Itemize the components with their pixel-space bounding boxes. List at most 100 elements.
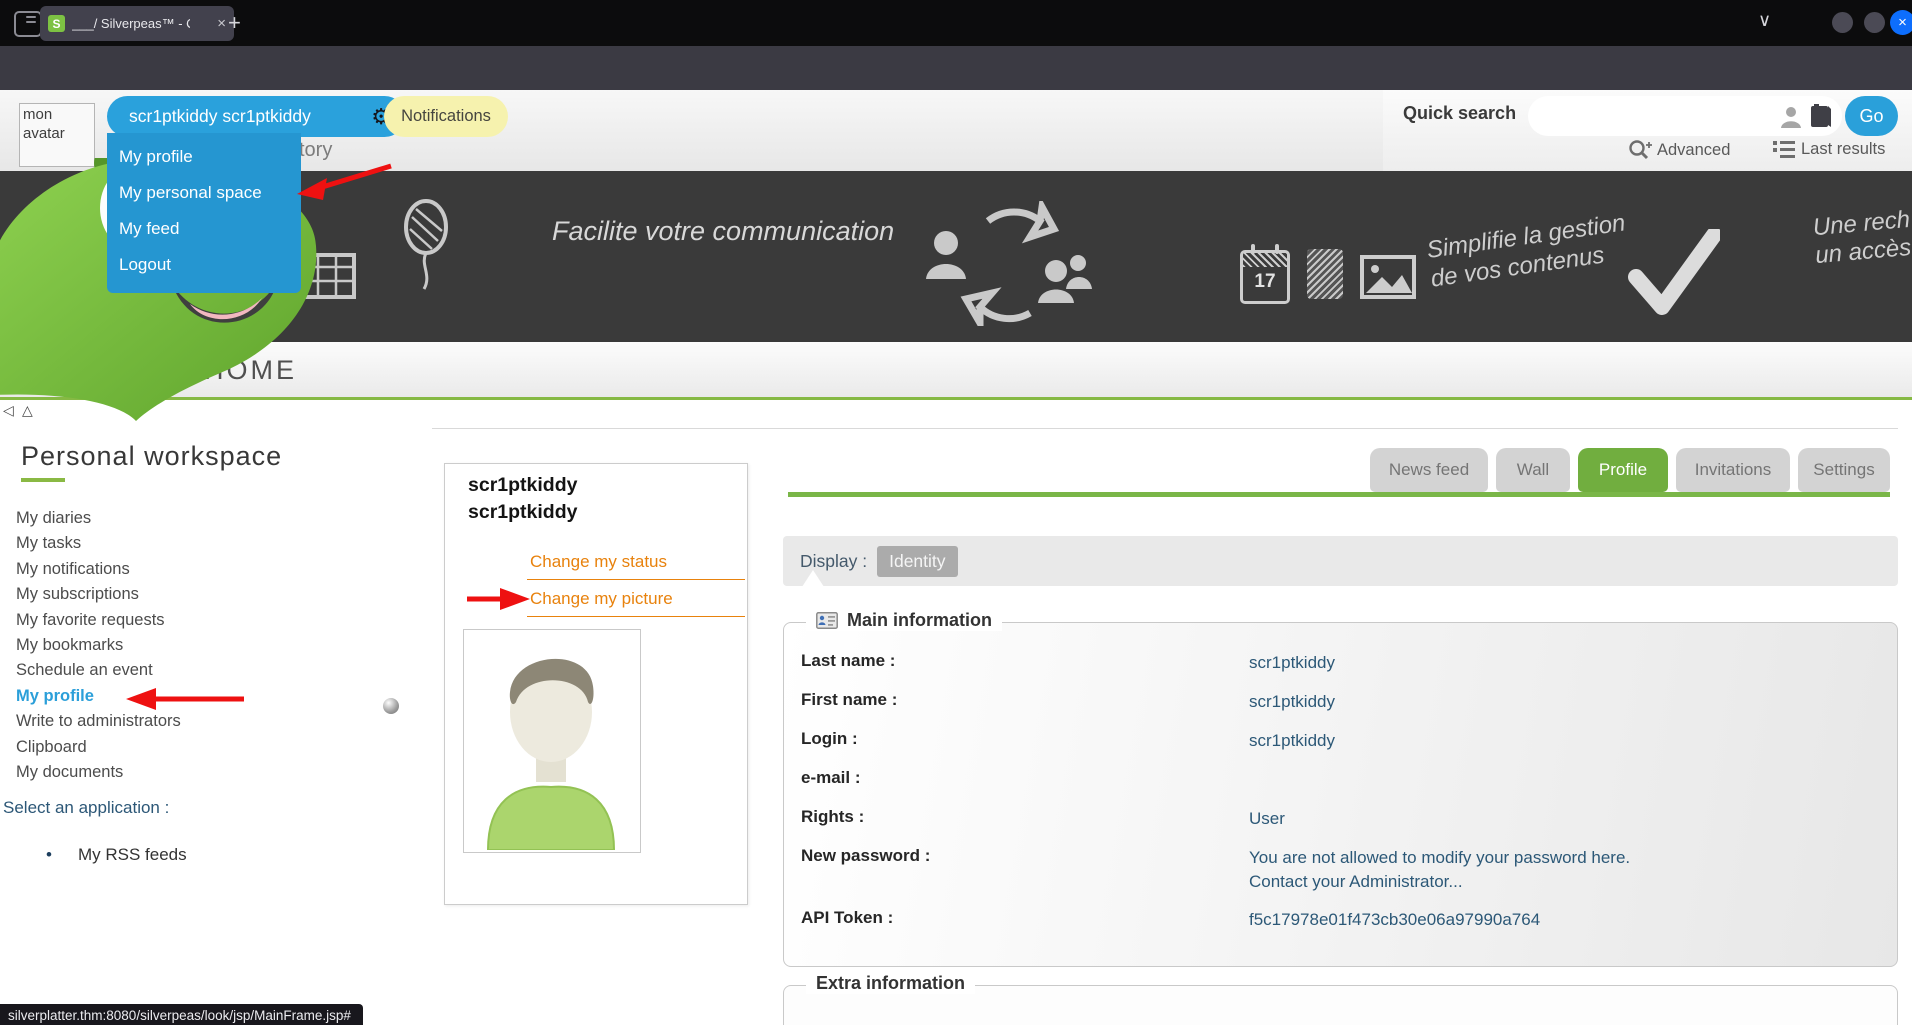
chalk-people-sync-icon bbox=[918, 201, 1103, 326]
tab-profile[interactable]: Profile bbox=[1578, 448, 1668, 492]
browser-tab-bar: S ___/ Silverpeas™ - Collabo × + ∨ × bbox=[0, 0, 1912, 46]
annotation-arrow-personal-space bbox=[293, 158, 398, 200]
address-book-icon[interactable] bbox=[1808, 103, 1832, 129]
default-avatar-image bbox=[464, 630, 638, 850]
main-information-legend: Main information bbox=[806, 610, 1002, 631]
quick-search-input[interactable] bbox=[1544, 107, 1780, 126]
content-top-divider bbox=[432, 428, 1898, 429]
annotation-arrow-change-picture bbox=[462, 586, 534, 612]
field-label: Rights : bbox=[801, 807, 864, 827]
loading-sphere-icon bbox=[383, 698, 399, 714]
chalk-notepad-icon bbox=[1307, 249, 1343, 299]
id-card-icon bbox=[816, 612, 838, 629]
notifications-label: Notifications bbox=[401, 107, 491, 126]
identity-badge[interactable]: Identity bbox=[877, 546, 957, 577]
field-label: API Token : bbox=[801, 908, 893, 928]
change-my-status-link[interactable]: Change my status bbox=[527, 552, 745, 580]
field-label: Last name : bbox=[801, 651, 895, 671]
sidebar-item-my-documents[interactable]: My documents bbox=[16, 760, 346, 785]
window-maximize-button[interactable] bbox=[1864, 12, 1885, 33]
workspace-title: Personal workspace bbox=[21, 441, 282, 472]
annotation-arrow-my-profile bbox=[122, 686, 248, 712]
sidebar-item-my-bookmarks[interactable]: My bookmarks bbox=[16, 633, 346, 658]
change-my-picture-link[interactable]: Change my picture bbox=[527, 589, 745, 617]
banner-slogan-communication: Facilite votre communication bbox=[552, 216, 894, 247]
advanced-search-link[interactable]: Advanced bbox=[1628, 139, 1730, 161]
sidebar-item-clipboard[interactable]: Clipboard bbox=[16, 735, 346, 760]
user-menu-pill[interactable]: scr1ptkiddy scr1ptkiddy ⚙ bbox=[107, 96, 405, 137]
workspace-title-underline bbox=[21, 478, 65, 482]
sidebar-item-my-subscriptions[interactable]: My subscriptions bbox=[16, 582, 346, 607]
profile-card-name: scr1ptkiddyscr1ptkiddy bbox=[468, 472, 577, 526]
sidebar-item-my-diaries[interactable]: My diaries bbox=[16, 506, 346, 531]
profile-avatar-frame bbox=[463, 629, 641, 853]
field-value: scr1ptkiddy bbox=[1249, 690, 1335, 714]
sidebar-item-my-tasks[interactable]: My tasks bbox=[16, 531, 346, 556]
user-dropdown-menu: My profile My personal space My feed Log… bbox=[107, 133, 301, 293]
window-close-button[interactable]: × bbox=[1890, 10, 1912, 35]
chalk-balloon-icon bbox=[402, 199, 450, 291]
browser-toolbar: ← → ↻ ⌂ silverplatter.thm:8080/silverpea… bbox=[0, 46, 1912, 91]
sidebar-item-schedule-an-event[interactable]: Schedule an event bbox=[16, 658, 346, 683]
site-favicon: S bbox=[48, 15, 65, 32]
sidebar-app-my-rss-feeds[interactable]: • My RSS feeds bbox=[46, 845, 187, 865]
tab-close-icon[interactable]: × bbox=[217, 15, 226, 32]
advanced-label: Advanced bbox=[1657, 141, 1730, 160]
field-value: User bbox=[1249, 807, 1285, 831]
chalk-picture-icon bbox=[1360, 255, 1416, 299]
last-results-icon bbox=[1772, 139, 1796, 159]
menu-item-my-personal-space[interactable]: My personal space bbox=[119, 183, 301, 203]
menu-item-my-profile[interactable]: My profile bbox=[119, 147, 301, 167]
tabs-underline bbox=[788, 492, 1890, 497]
user-name: scr1ptkiddy scr1ptkiddy bbox=[129, 106, 311, 127]
new-tab-button[interactable]: + bbox=[228, 9, 241, 37]
field-label: e-mail : bbox=[801, 768, 861, 788]
sidebar-item-write-to-administrators[interactable]: Write to administrators bbox=[16, 709, 346, 734]
quick-search-box bbox=[1528, 96, 1842, 136]
banner-slogan-recherche: Une rechun accès bbox=[1812, 206, 1912, 270]
menu-item-my-feed[interactable]: My feed bbox=[119, 219, 301, 239]
change-status-link-wrap: Change my status bbox=[527, 552, 745, 580]
app-label: My RSS feeds bbox=[78, 845, 187, 865]
main-information-fieldset: Main information Last name : scr1ptkiddy… bbox=[783, 622, 1898, 967]
chalk-calendar-icon: 17 bbox=[1240, 250, 1290, 304]
panel-notch bbox=[800, 570, 826, 590]
advanced-search-icon bbox=[1628, 139, 1652, 161]
browser-tab[interactable]: S ___/ Silverpeas™ - Collabo × bbox=[40, 6, 234, 41]
status-tooltip: silverplatter.thm:8080/silverpeas/look/j… bbox=[0, 1004, 363, 1025]
window-minimize-button[interactable] bbox=[1832, 12, 1853, 33]
extra-information-fieldset: Extra information bbox=[783, 985, 1898, 1025]
field-label: First name : bbox=[801, 690, 897, 710]
tab-list-chevron-icon[interactable]: ∨ bbox=[1758, 10, 1771, 31]
last-results-link[interactable]: Last results bbox=[1772, 139, 1885, 159]
last-results-label: Last results bbox=[1801, 140, 1885, 159]
quick-search-label: Quick search bbox=[1403, 103, 1516, 124]
menu-item-logout[interactable]: Logout bbox=[119, 255, 301, 275]
select-application-label: Select an application : bbox=[3, 798, 169, 818]
display-filter-panel: Display : Identity bbox=[783, 536, 1898, 586]
extra-information-legend: Extra information bbox=[806, 973, 975, 994]
chalk-checkmark-icon bbox=[1628, 229, 1720, 315]
sidebar-menu: My diaries My tasks My notifications My … bbox=[16, 506, 346, 785]
field-label: Login : bbox=[801, 729, 858, 749]
search-go-button[interactable]: Go bbox=[1845, 96, 1898, 136]
tab-settings[interactable]: Settings bbox=[1798, 448, 1890, 492]
field-value: f5c17978e01f473cb30e06a97990a764 bbox=[1249, 908, 1540, 932]
field-value: scr1ptkiddy bbox=[1249, 729, 1335, 753]
directory-person-icon[interactable] bbox=[1780, 104, 1802, 128]
firefox-view-icon[interactable] bbox=[14, 11, 42, 37]
display-label: Display : bbox=[800, 551, 867, 572]
bullet-icon: • bbox=[46, 845, 52, 865]
field-value: You are not allowed to modify your passw… bbox=[1249, 846, 1630, 894]
field-value: scr1ptkiddy bbox=[1249, 651, 1335, 675]
application-window: S ___/ Silverpeas™ - Collabo × + ∨ × ← →… bbox=[0, 0, 1912, 1025]
sidebar-item-my-notifications[interactable]: My notifications bbox=[16, 557, 346, 582]
field-label: New password : bbox=[801, 846, 930, 866]
tab-wall[interactable]: Wall bbox=[1496, 448, 1570, 492]
notifications-button[interactable]: Notifications bbox=[384, 96, 508, 137]
sidebar-item-my-favorite-requests[interactable]: My favorite requests bbox=[16, 608, 346, 633]
tab-title: ___/ Silverpeas™ - Collabo bbox=[72, 16, 190, 31]
tab-news-feed[interactable]: News feed bbox=[1370, 448, 1488, 492]
tab-invitations[interactable]: Invitations bbox=[1676, 448, 1790, 492]
change-picture-link-wrap: Change my picture bbox=[527, 589, 745, 617]
